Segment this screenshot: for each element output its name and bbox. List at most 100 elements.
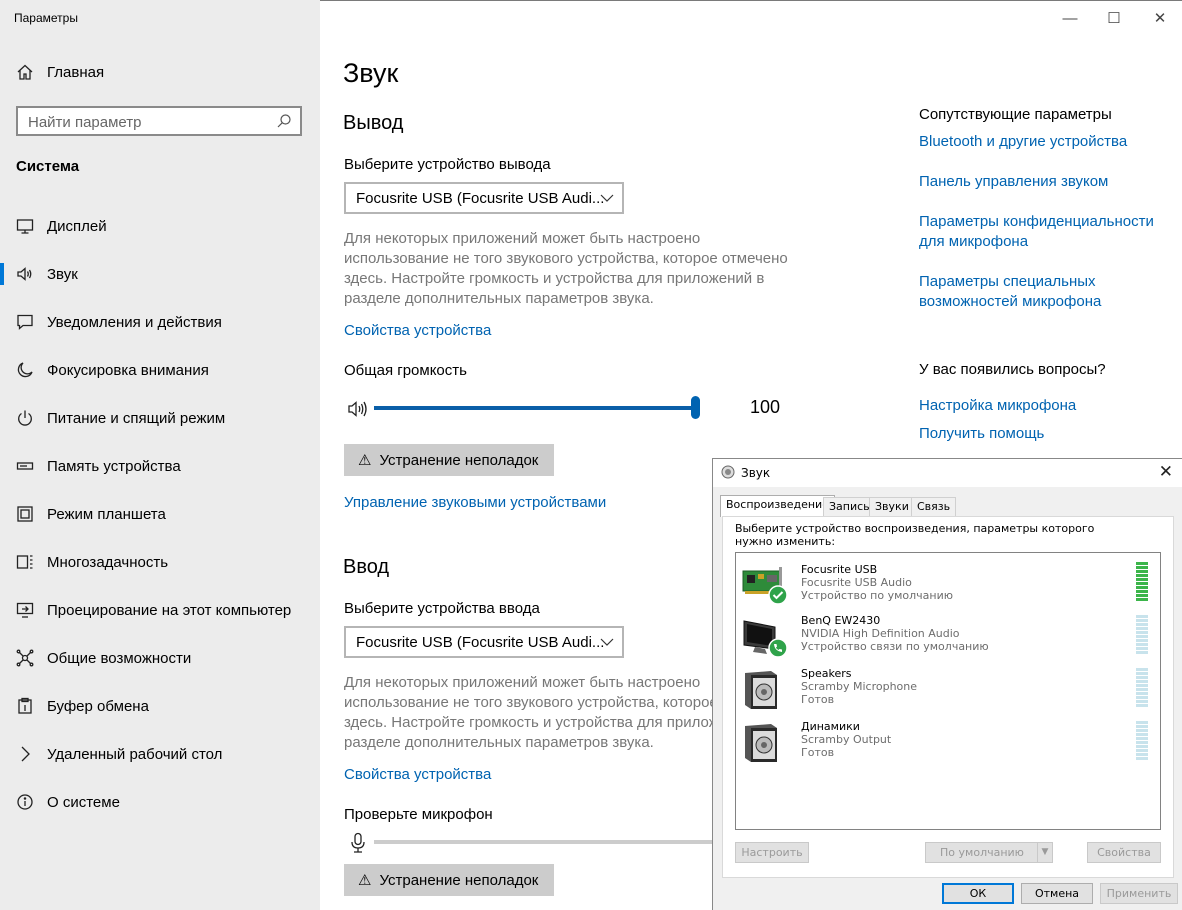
device-name: Speakers [801,667,852,680]
mic-privacy-link[interactable]: Параметры конфиденциальности для микрофо… [919,212,1159,252]
sidebar-item-focus[interactable]: Фокусировка внимания [0,350,320,390]
tab-sounds[interactable]: Звуки [869,497,915,516]
ok-button[interactable]: ОК [942,883,1014,904]
playback-panel: Выберите устройство воспроизведения, пар… [722,516,1174,878]
meter-segment [1136,729,1148,732]
volume-slider-track[interactable] [374,406,696,410]
sidebar-item-storage[interactable]: Память устройства [0,446,320,486]
sidebar-item-label: Общие возможности [47,649,192,667]
meter-segment [1136,651,1148,654]
meter-segment [1136,586,1148,589]
list-item[interactable]: Динамики Scramby Output Готов [736,718,1160,771]
output-troubleshoot-button[interactable]: ⚠ Устранение неполадок [344,444,554,476]
manage-devices-link[interactable]: Управление звуковыми устройствами [344,494,606,511]
search-input[interactable]: Найти параметр [16,106,302,136]
sidebar-item-tablet[interactable]: Режим планшета [0,494,320,534]
tab-communications[interactable]: Связь [911,497,957,516]
meter-segment [1136,594,1148,597]
meter-segment [1136,570,1148,573]
tab-playback[interactable]: Воспроизведение [720,495,835,517]
input-troubleshoot-button[interactable]: ⚠ Устранение неполадок [344,864,554,896]
tab-recording[interactable]: Запись [823,497,876,516]
device-status: Готов [801,746,835,759]
set-default-button[interactable]: По умолчанию ▼ [925,842,1053,863]
warning-icon: ⚠ [358,872,372,889]
list-item[interactable]: Focusrite USB Focusrite USB Audio Устрой… [736,559,1160,612]
chevron-down-icon [600,194,614,202]
moon-icon [17,362,33,378]
minimize-button[interactable]: — [1047,8,1093,30]
meter-segment [1136,745,1148,748]
close-button[interactable]: ✕ [1137,8,1182,30]
sidebar-item-notifications[interactable]: Уведомления и действия [0,302,320,342]
meter-segment [1136,647,1148,650]
sidebar-item-power[interactable]: Питание и спящий режим [0,398,320,438]
sidebar-item-shared[interactable]: Общие возможности [0,638,320,678]
output-properties-link[interactable]: Свойства устройства [344,322,491,339]
dialog-close-button[interactable]: ✕ [1159,462,1173,482]
sidebar-item-label: Многозадачность [47,553,169,571]
bluetooth-link[interactable]: Bluetooth и другие устройства [919,132,1159,152]
level-meter [1136,668,1148,708]
properties-button[interactable]: Свойства [1087,842,1161,863]
speaker-device-icon [745,724,777,762]
sidebar-home[interactable]: Главная [16,63,104,81]
cancel-button[interactable]: Отмена [1021,883,1093,904]
device-name: BenQ EW2430 [801,614,881,627]
sidebar-item-label: Проецирование на этот компьютер [47,601,292,619]
meter-segment [1136,643,1148,646]
info-icon [17,794,33,810]
meter-segment [1136,590,1148,593]
volume-speaker-icon[interactable] [347,400,369,418]
device-driver: NVIDIA High Definition Audio [801,627,960,640]
volume-label: Общая громкость [344,362,467,379]
meter-segment [1136,627,1148,630]
sidebar-item-projecting[interactable]: Проецирование на этот компьютер [0,590,320,630]
list-item[interactable]: Speakers Scramby Microphone Готов [736,665,1160,718]
sidebar-item-multitasking[interactable]: Многозадачность [0,542,320,582]
speaker-app-icon [721,465,735,479]
configure-button[interactable]: Настроить [735,842,809,863]
list-item[interactable]: BenQ EW2430 NVIDIA High Definition Audio… [736,612,1160,665]
sidebar-item-label: Режим планшета [47,505,166,523]
sidebar: Параметры Главная Найти параметр Система… [0,0,320,910]
chevron-down-icon[interactable]: ▼ [1037,843,1052,862]
dialog-titlebar: Звук ✕ [713,459,1182,487]
sidebar-item-label: Звук [47,265,78,283]
meter-segment [1136,631,1148,634]
meter-segment [1136,757,1148,760]
clipboard-icon [18,697,32,714]
input-properties-link[interactable]: Свойства устройства [344,766,491,783]
input-device-value: Focusrite USB (Focusrite USB Audi... [356,634,605,651]
setup-mic-link[interactable]: Настройка микрофона [919,396,1159,416]
sidebar-item-label: Удаленный рабочий стол [47,745,223,763]
meter-segment [1136,676,1148,679]
meter-segment [1136,598,1148,601]
sidebar-item-clipboard[interactable]: Буфер обмена [0,686,320,726]
remote-desktop-icon [21,746,30,762]
meter-segment [1136,635,1148,638]
sound-control-panel-link[interactable]: Панель управления звуком [919,172,1159,192]
level-meter [1136,721,1148,761]
mic-level-bar [374,840,714,844]
output-device-dropdown[interactable]: Focusrite USB (Focusrite USB Audi... [344,182,624,214]
sound-dialog: Звук ✕ Воспроизведение Запись Звуки Связ… [712,458,1182,910]
maximize-button[interactable]: ☐ [1091,8,1137,30]
storage-icon [16,462,34,470]
input-device-dropdown[interactable]: Focusrite USB (Focusrite USB Audi... [344,626,624,658]
sidebar-item-sound[interactable]: Звук [0,254,320,294]
sidebar-home-label: Главная [47,63,105,81]
dialog-title: Звук [741,466,771,480]
sidebar-item-remote-desktop[interactable]: Удаленный рабочий стол [0,734,320,774]
device-list[interactable]: Focusrite USB Focusrite USB Audio Устрой… [735,552,1161,830]
volume-value: 100 [750,397,781,417]
sidebar-item-label: Дисплей [47,217,107,235]
get-help-link[interactable]: Получить помощь [919,424,1159,444]
notifications-icon [17,314,33,330]
sidebar-item-display[interactable]: Дисплей [0,206,320,246]
sidebar-item-about[interactable]: О системе [0,782,320,822]
mic-accessibility-link[interactable]: Параметры специальных возможностей микро… [919,272,1119,312]
volume-slider-thumb[interactable] [691,396,700,419]
sidebar-item-label: Фокусировка внимания [47,361,209,379]
apply-button[interactable]: Применить [1100,883,1178,904]
